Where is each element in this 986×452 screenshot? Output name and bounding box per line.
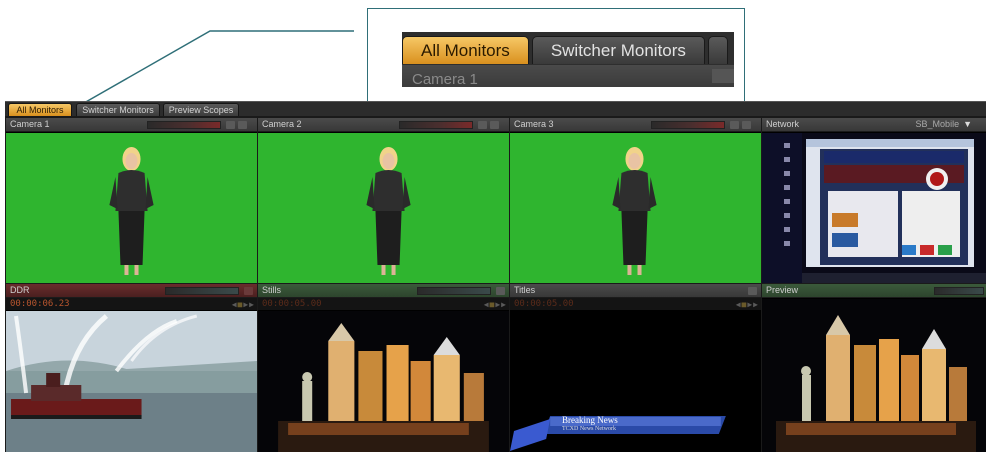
monitor-camera-1[interactable]: Camera 1 xyxy=(6,118,257,283)
network-source-select[interactable]: SB_Mobile ▼ xyxy=(916,118,972,131)
network-video xyxy=(762,133,986,283)
ddr-status-bar: 00:00:06.23 ◀■▶▶ xyxy=(6,298,257,310)
step-forward-icon[interactable]: ▶ xyxy=(501,300,507,309)
monitor-tab-bar: All Monitors Switcher Monitors Preview S… xyxy=(5,102,986,116)
callout-magnified-view: All Monitors Switcher Monitors Camera 1 xyxy=(402,32,734,87)
transport-controls: ◀■▶▶ xyxy=(484,299,507,311)
stills-image xyxy=(258,311,509,452)
lower-third-headline: Breaking News xyxy=(562,415,618,425)
tab-preview-scopes[interactable]: Preview Scopes xyxy=(163,103,239,116)
monitor-header: DDR xyxy=(6,284,257,298)
monitor-label: Network xyxy=(766,119,800,129)
config-icon[interactable] xyxy=(748,287,757,295)
monitor-header: Camera 3 xyxy=(510,118,761,132)
monitor-header: Network SB_Mobile ▼ xyxy=(762,118,986,132)
step-forward-icon[interactable]: ▶ xyxy=(753,300,759,309)
monitor-label: Stills xyxy=(262,285,282,295)
audio-meter xyxy=(165,287,239,295)
titles-status-bar: 00:00:05.00 ◀■▶▶ xyxy=(510,298,761,310)
ddr-video xyxy=(6,311,257,452)
ddr-timecode: 00:00:06.23 xyxy=(10,299,70,309)
monitor-label: Titles xyxy=(514,285,536,295)
monitor-header: Stills xyxy=(258,284,509,298)
titles-video: Breaking News TCXD News Network xyxy=(510,311,761,452)
callout-meter-block xyxy=(712,69,734,83)
callout-camera-label: Camera 1 xyxy=(412,71,478,87)
zoom-callout: All Monitors Switcher Monitors Camera 1 xyxy=(367,8,745,107)
lower-third-subline: TCXD News Network xyxy=(562,426,616,432)
audio-meter xyxy=(651,121,725,129)
callout-tab-switcher-monitors: Switcher Monitors xyxy=(531,36,705,64)
callout-tab-all-monitors: All Monitors xyxy=(402,36,529,64)
camera-2-video xyxy=(258,133,509,283)
transport-controls: ◀■▶▶ xyxy=(736,299,759,311)
monitor-network[interactable]: Network SB_Mobile ▼ xyxy=(762,118,986,283)
monitor-header: Camera 1 xyxy=(6,118,257,132)
config-icon[interactable] xyxy=(490,121,499,129)
tab-all-monitors[interactable]: All Monitors xyxy=(8,103,72,116)
settings-icon[interactable] xyxy=(478,121,487,129)
step-forward-icon[interactable]: ▶ xyxy=(249,300,255,309)
preview-image xyxy=(762,299,986,452)
monitor-stills[interactable]: Stills 00:00:05.00 ◀■▶▶ xyxy=(258,284,509,452)
callout-tab-stub xyxy=(707,36,728,64)
titles-timecode: 00:00:05.00 xyxy=(514,299,574,309)
monitor-camera-3[interactable]: Camera 3 xyxy=(510,118,761,283)
camera-1-video xyxy=(6,133,257,283)
audio-meter xyxy=(399,121,473,129)
config-icon[interactable] xyxy=(238,121,247,129)
stills-status-bar: 00:00:05.00 ◀■▶▶ xyxy=(258,298,509,310)
monitor-titles[interactable]: Titles 00:00:05.00 ◀■▶▶ Breaking News TC… xyxy=(510,284,761,452)
dropdown-arrow-icon: ▼ xyxy=(963,119,972,129)
audio-meter xyxy=(417,287,491,295)
monitor-label: DDR xyxy=(10,285,30,295)
network-source-value: SB_Mobile xyxy=(915,119,960,129)
monitor-panel: All Monitors Switcher Monitors Preview S… xyxy=(5,101,986,452)
monitor-header: Camera 2 xyxy=(258,118,509,132)
monitor-label: Camera 1 xyxy=(10,119,50,129)
transport-controls: ◀■▶▶ xyxy=(232,299,255,311)
camera-3-video xyxy=(510,133,761,283)
monitor-header: Titles xyxy=(510,284,761,298)
stills-timecode: 00:00:05.00 xyxy=(262,299,322,309)
monitor-preview[interactable]: Preview xyxy=(762,284,986,452)
settings-icon[interactable] xyxy=(730,121,739,129)
monitor-label: Preview xyxy=(766,285,799,295)
monitor-label: Camera 3 xyxy=(514,119,554,129)
monitor-label: Camera 2 xyxy=(262,119,302,129)
tab-switcher-monitors[interactable]: Switcher Monitors xyxy=(76,103,160,116)
config-icon[interactable] xyxy=(496,287,505,295)
callout-camera-row: Camera 1 xyxy=(402,65,734,87)
audio-meter xyxy=(934,287,984,295)
audio-meter xyxy=(147,121,221,129)
monitor-camera-2[interactable]: Camera 2 xyxy=(258,118,509,283)
settings-icon[interactable] xyxy=(226,121,235,129)
config-icon[interactable] xyxy=(244,287,253,295)
config-icon[interactable] xyxy=(742,121,751,129)
monitor-ddr[interactable]: DDR 00:00:06.23 ◀■▶▶ xyxy=(6,284,257,452)
monitor-header: Preview xyxy=(762,284,986,298)
